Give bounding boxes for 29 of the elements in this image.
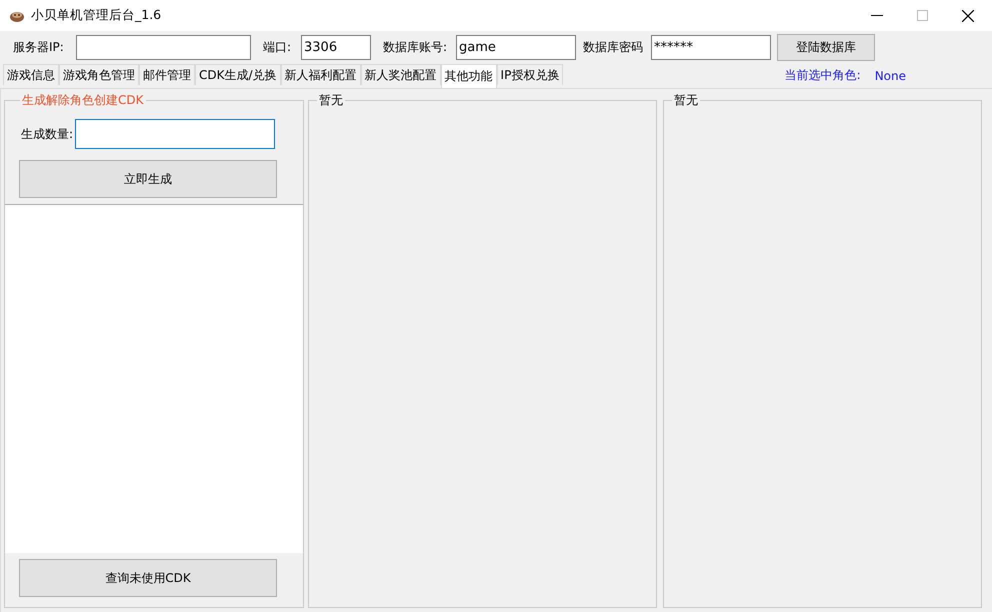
group-title: 暂无 [318, 92, 344, 109]
generate-button[interactable]: 立即生成 [19, 160, 277, 198]
count-label: 生成数量: [21, 126, 74, 142]
login-button[interactable]: 登陆数据库 [777, 34, 875, 60]
password-label: 数据库密码 [583, 38, 644, 56]
password-field[interactable]: ****** [651, 34, 771, 60]
tab[interactable]: CDK生成/兑换 [195, 64, 281, 85]
query-button[interactable]: 查询未使用CDK [19, 559, 277, 597]
close-icon[interactable] [962, 10, 974, 22]
port-field[interactable]: 3306 [301, 34, 371, 60]
group-title: 暂无 [672, 92, 699, 109]
current-role-value: None [874, 68, 906, 82]
server-ip-field[interactable] [76, 34, 251, 60]
tab[interactable]: IP授权兑换 [496, 64, 564, 85]
tab[interactable]: 游戏角色管理 [59, 64, 139, 85]
current-role-label: 当前选中角色: [784, 67, 861, 84]
group-title: 生成解除角色创建CDK [21, 92, 144, 109]
window-title: 小贝单机管理后台_1.6 [31, 7, 162, 24]
tab[interactable]: 新人福利配置 [280, 64, 361, 85]
server-ip-label: 服务器IP: [13, 38, 65, 56]
tab[interactable]: 游戏信息 [3, 64, 59, 85]
port-label: 端口: [263, 38, 292, 56]
tab[interactable]: 其他功能 [440, 64, 497, 88]
count-field[interactable] [75, 119, 276, 149]
account-field[interactable]: game [456, 34, 576, 60]
account-label: 数据库账号: [383, 38, 448, 56]
minimize-icon[interactable] [871, 14, 883, 16]
tab[interactable]: 邮件管理 [139, 64, 195, 85]
tab[interactable]: 新人奖池配置 [360, 64, 441, 85]
